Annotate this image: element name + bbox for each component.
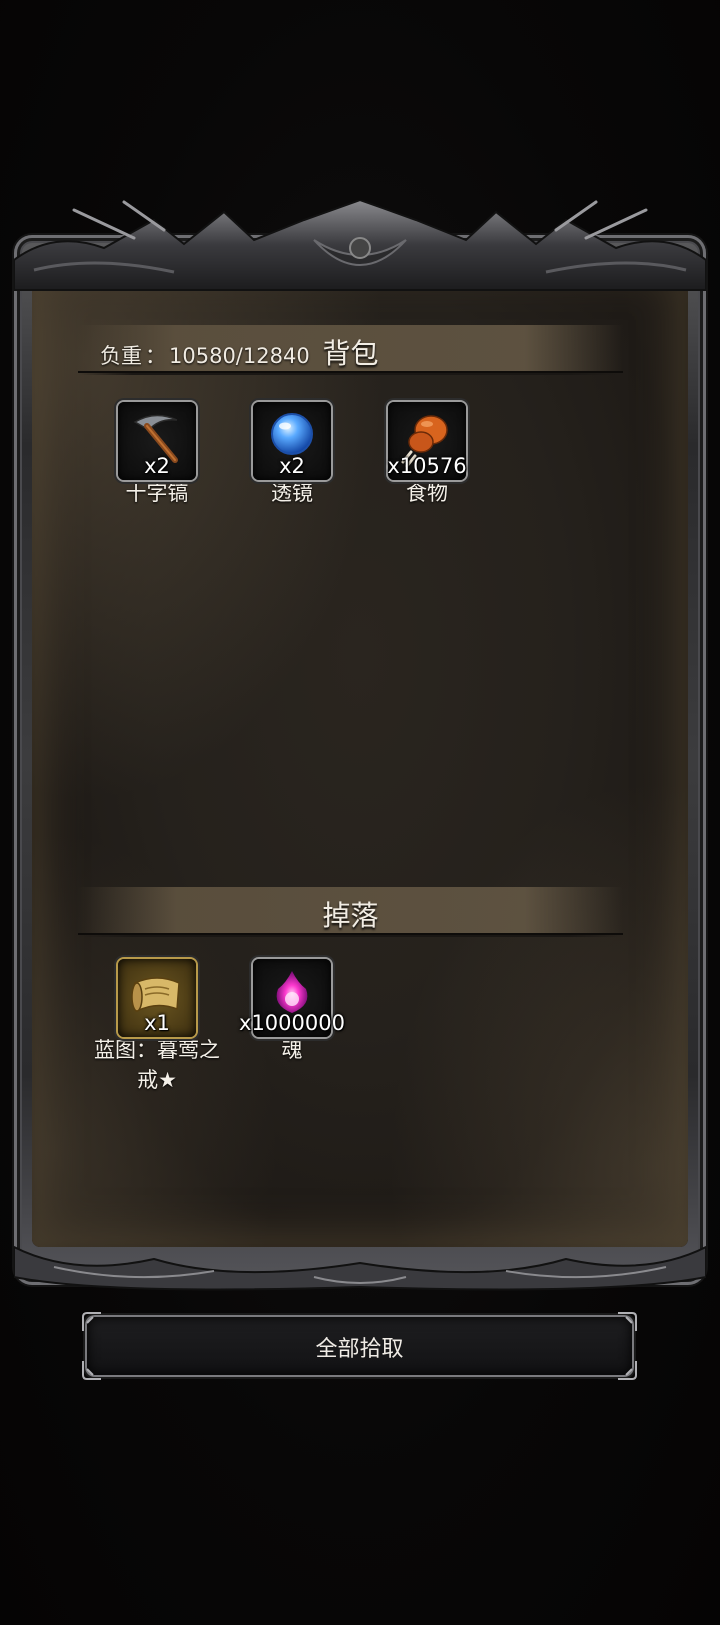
weight-value: 10580/12840: [169, 344, 310, 368]
item-slot[interactable]: x10576: [387, 402, 467, 480]
item-quantity: x1: [144, 1011, 170, 1035]
weight-label: 负重: [100, 344, 142, 368]
button-corner-ornament: [82, 1312, 101, 1331]
drops-header: 掉落: [78, 887, 623, 937]
backpack-item-food[interactable]: x10576 食物: [362, 402, 492, 508]
game-screen: 背包 负重： 10580/12840 x2 十字镐 x2 透镜 x10576 食…: [0, 0, 720, 1625]
item-slot[interactable]: x1000000: [239, 959, 345, 1037]
frame-crest-ornament: [14, 200, 706, 291]
backpack-item-pickaxe[interactable]: x2 十字镐: [92, 402, 222, 508]
item-slot[interactable]: x1: [118, 959, 196, 1037]
drops-title: 掉落: [322, 899, 379, 932]
item-quantity: x1000000: [239, 1011, 345, 1035]
item-quantity: x2: [279, 454, 305, 478]
item-quantity: x2: [144, 454, 170, 478]
item-name: 十字镐: [125, 481, 189, 505]
button-corner-ornament: [618, 1312, 637, 1331]
item-name: 蓝图：暮莺之戒★: [94, 1038, 220, 1092]
item-name: 透镜: [271, 481, 313, 505]
item-slot[interactable]: x2: [118, 402, 196, 480]
item-name: 食物: [406, 481, 448, 505]
item-name: 魂: [281, 1038, 303, 1062]
collect-all-label: 全部拾取: [315, 1337, 404, 1362]
frame-bottom-ornament: [14, 1245, 706, 1291]
item-slot[interactable]: x2: [253, 402, 331, 480]
weight-separator: ：: [145, 344, 166, 368]
collect-all-button[interactable]: 全部拾取: [82, 1312, 637, 1380]
drop-item-blueprint[interactable]: x1 蓝图：暮莺之戒★: [92, 959, 222, 1095]
item-quantity: x10576: [387, 454, 467, 478]
weight-indicator: 负重： 10580/12840: [100, 340, 310, 370]
drop-item-soul[interactable]: x1000000 魂: [227, 959, 357, 1065]
backpack-item-lens[interactable]: x2 透镜: [227, 402, 357, 508]
